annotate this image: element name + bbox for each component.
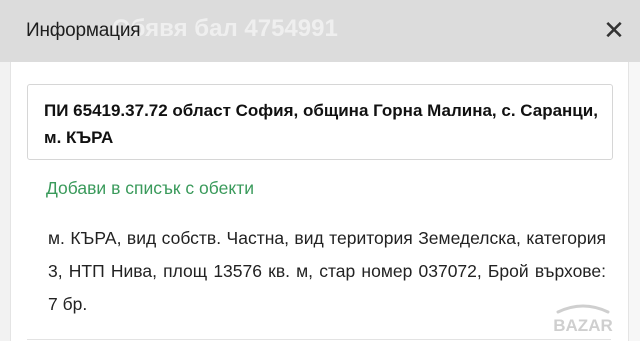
bazar-logo: BAZAR: [553, 304, 613, 335]
logo-text: BAZAR: [553, 316, 613, 335]
parcel-card: ПИ 65419.37.72 област София, община Горн…: [27, 84, 613, 160]
left-edge: [0, 62, 11, 341]
parcel-details: м. КЪРА, вид собств. Частна, вид територ…: [48, 228, 606, 314]
divider: [27, 339, 611, 340]
header-ghost-text: Обявя бал 4754991: [112, 15, 338, 42]
parcel-title: ПИ 65419.37.72 област София, община Горн…: [44, 101, 598, 147]
dialog-title: Информация: [26, 20, 141, 41]
close-icon: ✕: [603, 14, 625, 45]
dialog-header: Обявя бал 4754991 Информация ✕: [0, 0, 640, 62]
add-to-list-link[interactable]: Добави в списък с обекти: [46, 178, 254, 199]
close-button[interactable]: ✕: [600, 14, 628, 45]
